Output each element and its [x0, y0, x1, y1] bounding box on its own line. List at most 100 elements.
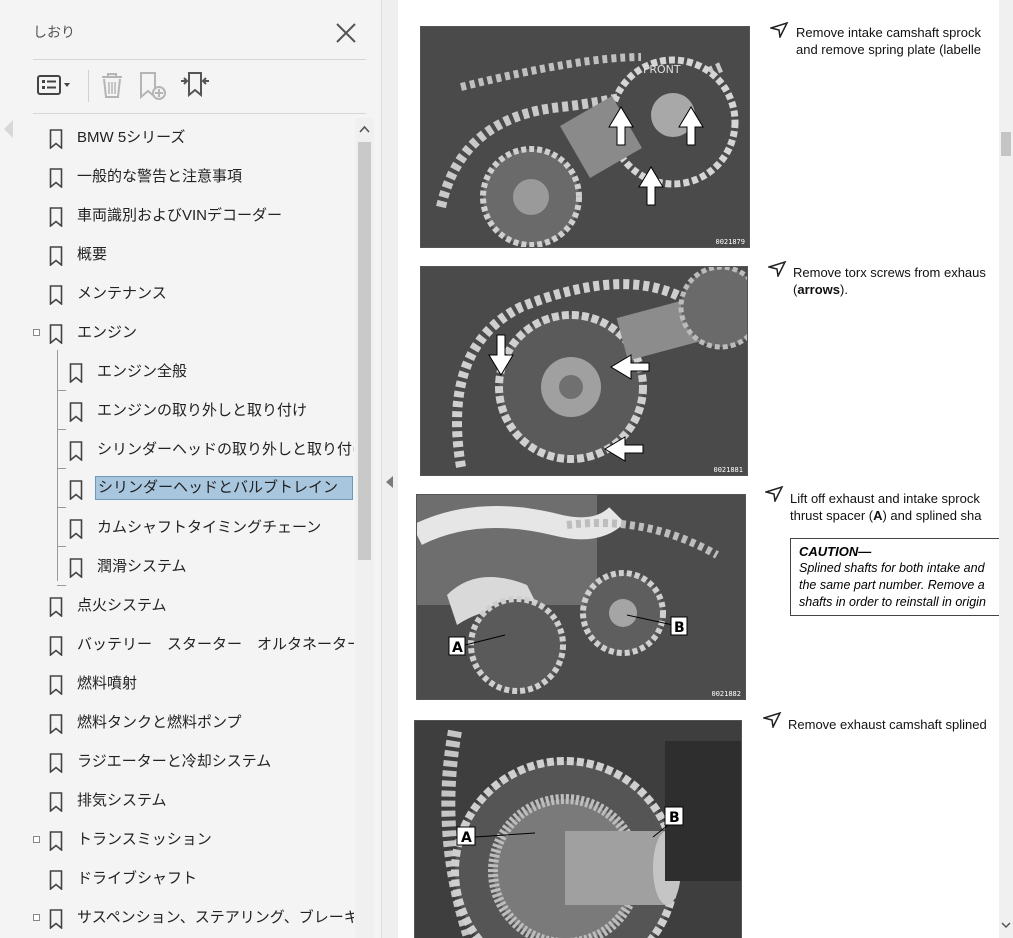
figure-1-caption: Remove intake camshaft sprock and remove…: [796, 24, 981, 58]
label-a: A: [452, 640, 463, 656]
new-bookmark-button[interactable]: [136, 67, 170, 103]
bookmark-item[interactable]: カムシャフトタイミングチェーン: [20, 510, 354, 547]
bookmark-label: 車両識別およびVINデコーダー: [77, 207, 283, 224]
bookmark-item[interactable]: エンジンの取り外しと取り付け: [20, 393, 354, 430]
bookmark-label: 概要: [77, 246, 108, 263]
figure-3-caption: Lift off exhaust and intake sprock thrus…: [790, 490, 982, 524]
tree-connector: [57, 585, 66, 586]
bookmark-item[interactable]: エンジン: [20, 315, 354, 351]
chevron-down-icon[interactable]: [1001, 920, 1011, 930]
bookmark-icon: [49, 285, 63, 305]
close-icon: [336, 23, 356, 43]
bookmark-item[interactable]: シリンダーヘッドとバルブトレイン: [20, 471, 354, 508]
bookmark-item[interactable]: 一般的な警告と注意事項: [20, 159, 354, 195]
bookmarks-panel: しおり BMW 5シリーズ 一般的な警告と注意事項 車両識別およびVINデコーダ…: [0, 0, 381, 938]
bookmark-item[interactable]: バッテリー スターター オルタネーター: [20, 627, 354, 663]
expand-bookmark-button[interactable]: [178, 67, 212, 103]
caution-line: the same part number. Remove a: [799, 578, 985, 592]
bookmark-item[interactable]: シリンダーヘッドの取り外しと取り付け: [20, 432, 354, 469]
trash-icon: [102, 73, 122, 98]
expand-bookmark-icon: [181, 72, 209, 98]
bookmark-label: サスペンション、ステアリング、ブレーキ全般: [77, 909, 354, 926]
bookmark-item[interactable]: エンジン全般: [20, 354, 354, 391]
delete-bookmark-button[interactable]: [96, 67, 128, 103]
expand-toggle[interactable]: [33, 329, 40, 336]
label-a: A: [461, 830, 472, 846]
document-page: FRONT 0021879 Remove intake camshaft spr…: [398, 0, 999, 938]
bookmark-label: シリンダーヘッドの取り外しと取り付け: [97, 441, 354, 458]
bookmark-icon: [49, 909, 63, 929]
bookmark-icon: [49, 636, 63, 656]
bookmark-item[interactable]: トランスミッション: [20, 822, 354, 858]
expand-toggle[interactable]: [33, 836, 40, 843]
bookmark-item[interactable]: 燃料噴射: [20, 666, 354, 702]
figure-2-caption: Remove torx screws from exhaus (arrows).: [793, 264, 986, 298]
figure-1-caption-line1: Remove intake camshaft sprock: [796, 25, 981, 40]
bookmark-icon: [69, 558, 83, 578]
caution-title: CAUTION—: [799, 544, 872, 559]
add-bookmark-icon: [140, 72, 166, 100]
bookmark-item[interactable]: BMW 5シリーズ: [20, 120, 354, 156]
bookmark-icon: [49, 246, 63, 266]
bookmark-item[interactable]: サスペンション、ステアリング、ブレーキ全般: [20, 900, 354, 936]
bookmark-item[interactable]: ドライブシャフト: [20, 861, 354, 897]
toolbar-divider-bottom: [33, 113, 366, 114]
bookmark-icon: [49, 597, 63, 617]
bookmark-label: エンジン全般: [97, 363, 188, 380]
bookmark-item[interactable]: メンテナンス: [20, 276, 354, 312]
caption-bold-text: arrows: [797, 282, 840, 297]
bookmark-label: 燃料タンクと燃料ポンプ: [77, 714, 242, 731]
bookmark-icon: [49, 207, 63, 227]
bookmark-item[interactable]: 車両識別およびVINデコーダー: [20, 198, 354, 234]
figure-1-caption-line2: and remove spring plate (labelle: [796, 42, 981, 57]
expand-toggle[interactable]: [33, 914, 40, 921]
caption-pointer-icon: [770, 22, 789, 38]
close-panel-button[interactable]: [333, 20, 359, 46]
collapse-panel-button[interactable]: [381, 0, 399, 938]
tree-connector: [57, 390, 66, 391]
bookmark-item[interactable]: 点火システム: [20, 588, 354, 624]
bookmark-label: 燃料噴射: [77, 675, 138, 692]
bookmark-icon: [49, 129, 63, 149]
bookmark-label: シリンダーヘッドとバルブトレイン: [95, 476, 353, 500]
scroll-up-button[interactable]: [355, 118, 374, 140]
bookmark-item[interactable]: ラジエーターと冷却システム: [20, 744, 354, 780]
bookmark-label: メンテナンス: [77, 285, 167, 302]
bookmark-item[interactable]: 排気システム: [20, 783, 354, 819]
caption-pointer-icon: [768, 261, 787, 277]
figure-3-image: A B: [417, 495, 745, 699]
bookmark-icon: [49, 753, 63, 773]
bookmark-label: 点火システム: [77, 597, 167, 614]
bookmark-item[interactable]: 燃料タンクと燃料ポンプ: [20, 705, 354, 741]
bookmark-tree: BMW 5シリーズ一般的な警告と注意事項車両識別およびVINデコーダー 概要メンテ…: [20, 118, 354, 938]
bookmark-icon: [49, 792, 63, 812]
document-scrollbar[interactable]: [999, 0, 1013, 938]
label-b: B: [669, 810, 680, 826]
caution-line: Splined shafts for both intake and: [799, 561, 985, 575]
bookmark-label: ラジエーターと冷却システム: [77, 753, 272, 770]
caption-pointer-icon: [765, 486, 784, 502]
figure-2-photo: 0021881: [420, 266, 748, 476]
bookmark-icon: [69, 441, 83, 461]
panel-title: しおり: [33, 25, 75, 41]
options-list-icon: [37, 75, 70, 95]
caption-text: ) and splined sha: [882, 508, 982, 523]
bookmark-label: 一般的な警告と注意事項: [77, 168, 243, 185]
bookmark-icon: [49, 870, 63, 890]
tree-connector: [57, 468, 66, 469]
bookmark-label: BMW 5シリーズ: [77, 129, 186, 146]
bookmark-label: 排気システム: [77, 792, 167, 809]
panel-scrollbar[interactable]: [355, 118, 374, 938]
caption-text: ).: [839, 282, 848, 297]
figure-4-photo: A B: [414, 720, 742, 938]
bookmark-item[interactable]: 潤滑システム: [20, 549, 354, 586]
caution-box: CAUTION— Splined shafts for both intake …: [790, 538, 999, 616]
bookmark-icon: [69, 363, 83, 383]
document-scroll-thumb[interactable]: [1001, 132, 1011, 156]
figure-4-caption-line1: Remove exhaust camshaft splined: [788, 717, 987, 732]
bookmark-icon: [49, 324, 63, 344]
options-button[interactable]: [35, 67, 75, 103]
bookmark-item[interactable]: 概要: [20, 237, 354, 273]
panel-scroll-thumb[interactable]: [358, 142, 371, 560]
bookmark-label: トランスミッション: [77, 831, 212, 848]
